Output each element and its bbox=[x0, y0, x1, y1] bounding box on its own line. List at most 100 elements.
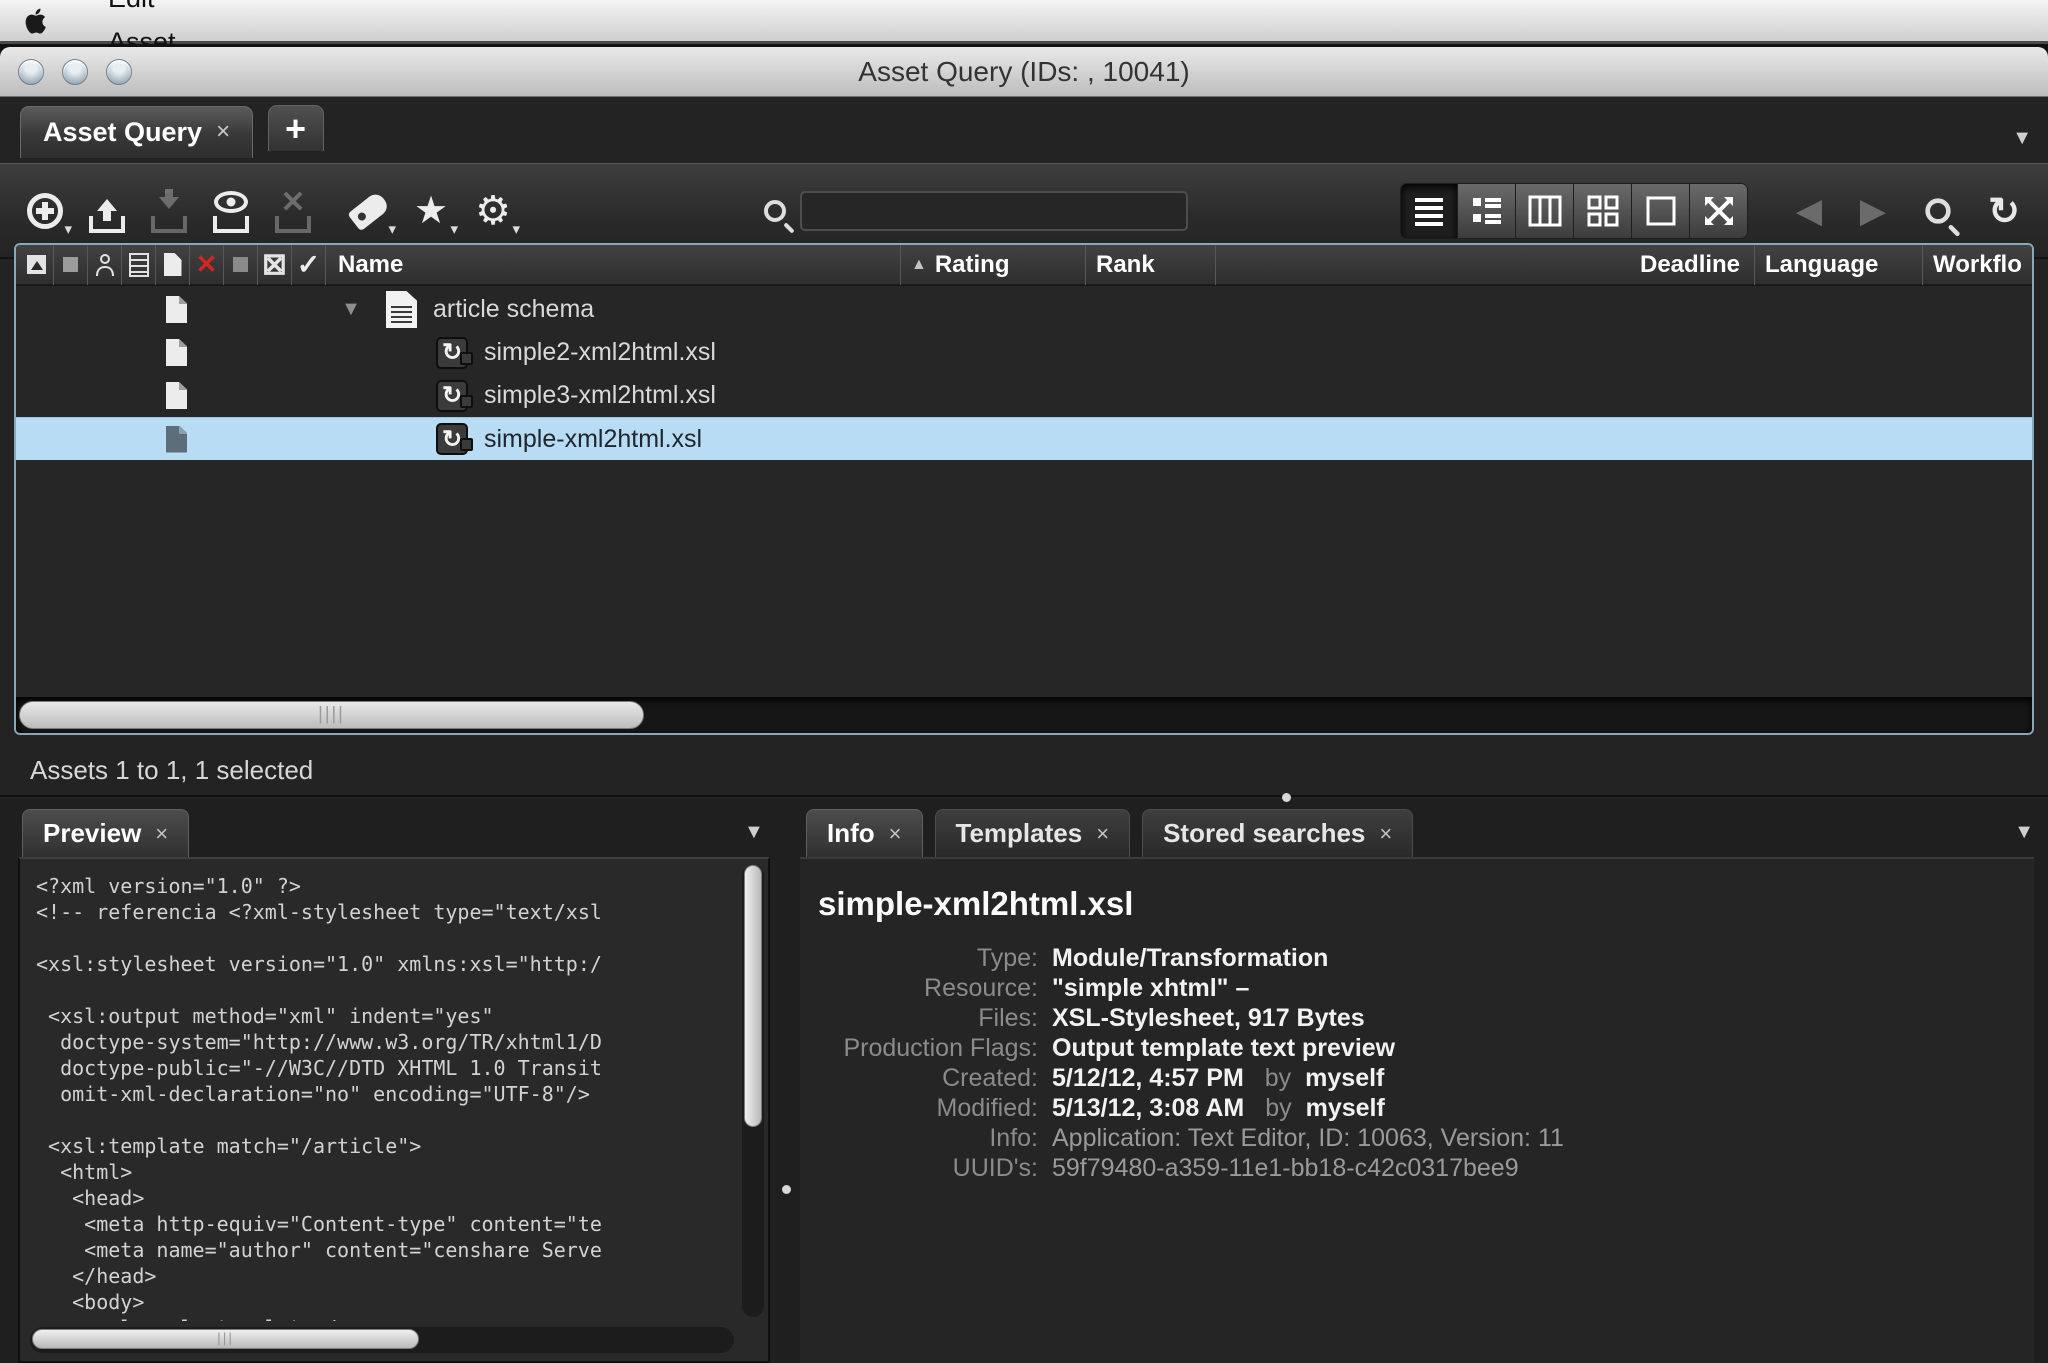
field-value: 5/12/12, 4:57 PM bbox=[1052, 1063, 1244, 1093]
close-tab-icon[interactable]: × bbox=[889, 821, 902, 847]
apple-icon[interactable] bbox=[22, 4, 52, 38]
search-icon bbox=[764, 200, 786, 222]
download-button[interactable] bbox=[138, 176, 200, 246]
field-label: Files: bbox=[800, 1003, 1038, 1033]
main-tab-bar: Asset Query × + ▼ bbox=[0, 105, 2048, 163]
close-tab-icon[interactable]: × bbox=[155, 821, 168, 847]
info-field-row: Type:Module/Transformation bbox=[800, 943, 2034, 973]
menu-bar: censhare ClientFileEditAssetAsset QueryW… bbox=[0, 0, 2048, 44]
table-row[interactable]: ↻simple2-xml2html.xsl bbox=[16, 331, 2032, 374]
tab-info[interactable]: Info × bbox=[806, 809, 923, 857]
list-view-icon bbox=[1412, 194, 1446, 228]
search-input[interactable] bbox=[800, 191, 1188, 231]
history-forward-button[interactable]: ▶ bbox=[1844, 191, 1902, 231]
caret-icon: ▾ bbox=[450, 220, 458, 238]
expand-view-icon bbox=[1702, 194, 1736, 228]
window-titlebar[interactable]: Asset Query (IDs: , 10041) bbox=[0, 47, 2048, 97]
view-grid-button[interactable] bbox=[1574, 183, 1632, 239]
col-name[interactable]: Name bbox=[326, 244, 900, 285]
col-square2-icon[interactable] bbox=[224, 244, 258, 285]
horizontal-splitter-grip[interactable] bbox=[1282, 793, 1291, 802]
tag-icon bbox=[347, 190, 390, 231]
col-doc-icon[interactable] bbox=[122, 244, 156, 285]
scrollbar-thumb[interactable] bbox=[32, 1329, 419, 1349]
preview-vertical-scrollbar[interactable] bbox=[742, 865, 764, 1317]
new-asset-button[interactable]: ▾ bbox=[14, 176, 76, 246]
col-deadline[interactable]: Deadline bbox=[1640, 244, 1754, 285]
magnifier-icon bbox=[1925, 198, 1950, 223]
col-mail-icon[interactable]: ⊠ bbox=[258, 244, 292, 285]
tabbar-chevron-icon[interactable]: ▼ bbox=[2012, 127, 2032, 150]
history-back-button[interactable]: ◀ bbox=[1780, 191, 1838, 231]
refresh-button[interactable]: ↻ bbox=[1974, 189, 2034, 234]
preview-code[interactable]: <?xml version="1.0" ?> <!-- referencia <… bbox=[36, 873, 728, 1321]
close-tab-icon[interactable]: × bbox=[216, 118, 230, 146]
caret-icon: ▾ bbox=[64, 220, 72, 238]
window-title: Asset Query (IDs: , 10041) bbox=[0, 47, 2048, 97]
close-tab-icon[interactable]: × bbox=[1096, 821, 1109, 847]
col-check-icon[interactable]: ✓ bbox=[292, 244, 326, 285]
checkout-view-button[interactable] bbox=[200, 176, 262, 246]
field-value: "simple xhtml" – bbox=[1052, 973, 1249, 1003]
transformation-file-icon: ↻ bbox=[436, 380, 468, 412]
table-row[interactable]: ↻ simple3-xml2html.xsl bbox=[16, 374, 2032, 417]
view-columns-button[interactable] bbox=[1516, 183, 1574, 239]
tab-templates[interactable]: Templates × bbox=[935, 809, 1131, 857]
preview-chevron-icon[interactable]: ▼ bbox=[744, 821, 764, 844]
page-icon bbox=[166, 339, 187, 366]
table-row[interactable]: ↻simple-xml2html.xsl bbox=[16, 417, 2032, 460]
actions-button[interactable]: ⚙ ▾ bbox=[462, 176, 524, 246]
asset-name: simple3-xml2html.xsl bbox=[484, 381, 716, 410]
col-square-icon[interactable] bbox=[54, 244, 88, 285]
view-list-button[interactable] bbox=[1400, 183, 1458, 239]
window-body: Asset Query × + ▼ ▾ ✕ ▾ ★ ▾ bbox=[0, 97, 2048, 1363]
preview-panel: <?xml version="1.0" ?> <!-- referencia <… bbox=[18, 857, 770, 1363]
field-by: by bbox=[1258, 1093, 1291, 1123]
col-language[interactable]: Language bbox=[1754, 244, 1922, 285]
table-row[interactable]: ▼article schema bbox=[16, 288, 2032, 331]
favorites-button[interactable]: ★ ▾ bbox=[400, 176, 462, 246]
field-by: by bbox=[1258, 1063, 1291, 1093]
col-box-icon[interactable] bbox=[20, 244, 54, 285]
col-rating[interactable]: ▲ Rating bbox=[900, 244, 1085, 285]
tag-button[interactable]: ▾ bbox=[338, 176, 400, 246]
upload-button[interactable] bbox=[76, 176, 138, 246]
view-expand-button[interactable] bbox=[1690, 183, 1748, 239]
tab-stored-searches[interactable]: Stored searches× bbox=[1142, 809, 1413, 857]
tab-label: Templates bbox=[956, 818, 1083, 849]
add-tab-button[interactable]: + bbox=[268, 105, 324, 151]
table-header: ✕ ⊠ ✓ Name ▲ Rating Rank Deadline Langua… bbox=[16, 245, 2032, 286]
row-flag-cell bbox=[16, 296, 316, 323]
field-label: UUID's: bbox=[800, 1153, 1038, 1183]
field-label: Production Flags: bbox=[800, 1033, 1038, 1063]
schema-file-icon bbox=[386, 291, 417, 328]
detail-view-icon bbox=[1470, 194, 1504, 228]
info-chevron-icon[interactable]: ▼ bbox=[2014, 821, 2034, 844]
scrollbar-thumb[interactable] bbox=[744, 865, 762, 1127]
view-single-button[interactable] bbox=[1632, 183, 1690, 239]
tab-label: Info bbox=[827, 818, 875, 849]
columns-view-icon bbox=[1528, 194, 1562, 228]
vertical-splitter-grip[interactable] bbox=[782, 1185, 791, 1194]
tab-asset-query[interactable]: Asset Query × bbox=[20, 106, 253, 158]
lower-panels: Preview × ▼ <?xml version="1.0" ?> <!-- … bbox=[0, 799, 2048, 1363]
close-tab-icon[interactable]: × bbox=[1379, 821, 1392, 847]
single-view-icon bbox=[1644, 194, 1678, 228]
cancel-checkout-button[interactable]: ✕ bbox=[262, 176, 324, 246]
col-workflow[interactable]: Workflo bbox=[1922, 244, 2032, 285]
tab-preview[interactable]: Preview × bbox=[22, 809, 189, 857]
disclosure-triangle-icon[interactable]: ▼ bbox=[334, 298, 368, 321]
view-detail-button[interactable] bbox=[1458, 183, 1516, 239]
col-deleted-icon[interactable]: ✕ bbox=[190, 244, 224, 285]
search-assets-button[interactable] bbox=[1908, 176, 1968, 246]
table-horizontal-scrollbar[interactable] bbox=[16, 697, 2032, 733]
col-rank[interactable]: Rank bbox=[1085, 244, 1215, 285]
col-spacer bbox=[1215, 244, 1640, 285]
page-icon bbox=[166, 382, 187, 409]
scrollbar-thumb[interactable] bbox=[19, 701, 644, 729]
preview-horizontal-scrollbar[interactable] bbox=[30, 1327, 734, 1353]
col-person-icon[interactable] bbox=[88, 244, 122, 285]
col-page-icon[interactable] bbox=[156, 244, 190, 285]
table-body: ▼article schema↻simple2-xml2html.xsl↻sim… bbox=[16, 288, 2032, 697]
menu-item[interactable]: Edit bbox=[88, 0, 323, 21]
